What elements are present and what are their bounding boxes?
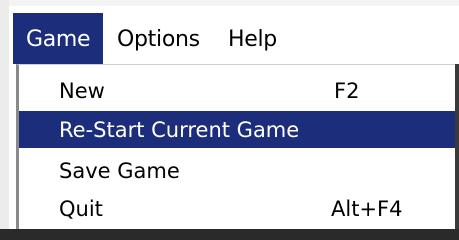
menu-item-label: Re-Start Current Game [59,118,300,142]
menu-item-label: New [59,79,105,103]
menu-item-shortcut: Alt+F4 [331,197,403,221]
menu-item-restart-current-game[interactable]: Re-Start Current Game [19,111,459,148]
game-dropdown-menu: New F2 Re-Start Current Game Save Game Q… [16,64,459,229]
menu-bottom-shadow [0,229,459,240]
menu-game[interactable]: Game [13,13,103,64]
menu-bar: Game Options Help [9,13,457,64]
application-window: Game Options Help New F2 Re-Start Curren… [0,0,459,240]
menu-item-new[interactable]: New F2 [19,72,459,110]
window-top-edge [0,0,459,6]
menu-help[interactable]: Help [228,13,277,64]
menu-options[interactable]: Options [117,13,200,64]
menu-item-shortcut: F2 [334,79,360,103]
menu-item-quit[interactable]: Quit Alt+F4 [19,190,459,228]
menu-item-label: Quit [59,197,103,221]
menu-item-label: Save Game [59,159,180,183]
menu-item-save-game[interactable]: Save Game [19,152,459,190]
window-left-edge [0,0,9,240]
menu-right-shadow [455,64,459,240]
